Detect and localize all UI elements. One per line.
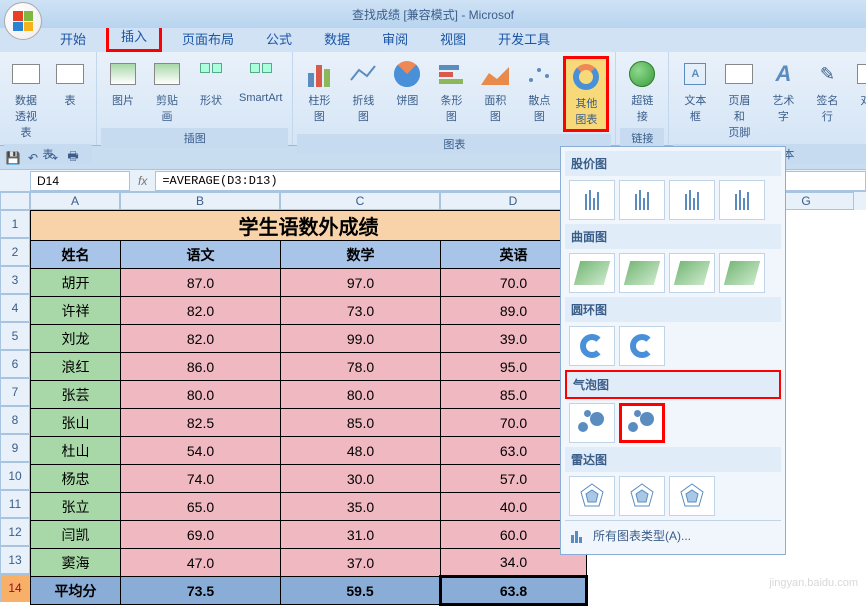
row-header-1[interactable]: 1 (0, 210, 30, 238)
bubble-chart-0[interactable] (569, 403, 615, 443)
row-headers: 1234567891011121314 (0, 210, 30, 602)
ribbon-btn-超链接[interactable]: 超链接 (622, 56, 662, 126)
data-table: 学生语数外成绩姓名语文数学英语胡开87.097.070.0许祥82.073.08… (30, 210, 588, 606)
stock-chart-3[interactable] (719, 180, 765, 220)
ribbon-btn-对象[interactable]: 对象 (851, 56, 866, 110)
ribbon-btn-其他图表[interactable]: 其他图表 (563, 56, 609, 132)
tab-5[interactable]: 审阅 (370, 25, 420, 52)
other-charts-dropdown: 股价图曲面图圆环图气泡图雷达图所有图表类型(A)... (560, 146, 786, 555)
radar-chart-2[interactable] (669, 476, 715, 516)
row-header-4[interactable]: 4 (0, 294, 30, 322)
ribbon-btn-表[interactable]: 表 (50, 56, 90, 110)
tab-4[interactable]: 数据 (312, 25, 362, 52)
row-header-14[interactable]: 14 (0, 574, 30, 602)
cells-grid[interactable]: 学生语数外成绩姓名语文数学英语胡开87.097.070.0许祥82.073.08… (30, 210, 588, 606)
row-header-3[interactable]: 3 (0, 266, 30, 294)
ribbon-btn-图片[interactable]: 图片 (103, 56, 143, 110)
ribbon-btn-数据透视表[interactable]: 数据透视表 (6, 56, 46, 142)
watermark: jingyan.baidu.com (769, 577, 858, 589)
ribbon-btn-柱形图[interactable]: 柱形图 (299, 56, 339, 126)
surface-chart-2[interactable] (669, 253, 715, 293)
row-header-8[interactable]: 8 (0, 406, 30, 434)
dd-cat-surface: 曲面图 (565, 224, 781, 249)
surface-chart-0[interactable] (569, 253, 615, 293)
dd-cat-radar: 雷达图 (565, 447, 781, 472)
surface-chart-3[interactable] (719, 253, 765, 293)
col-header-A[interactable]: A (30, 192, 120, 210)
dd-cat-stock: 股价图 (565, 151, 781, 176)
row-header-7[interactable]: 7 (0, 378, 30, 406)
fx-icon[interactable]: fx (130, 174, 155, 188)
ribbon-btn-文本框[interactable]: A文本框 (675, 56, 715, 126)
ribbon-btn-饼图[interactable]: 饼图 (387, 56, 427, 110)
surface-chart-1[interactable] (619, 253, 665, 293)
stock-chart-2[interactable] (669, 180, 715, 220)
stock-chart-0[interactable] (569, 180, 615, 220)
ribbon: 数据透视表表表图片剪贴画形状SmartArt插图柱形图折线图饼图条形图面积图散点… (0, 52, 866, 146)
col-header-C[interactable]: C (280, 192, 440, 210)
tab-2[interactable]: 页面布局 (170, 25, 246, 52)
group-label: 插图 (101, 128, 288, 148)
row-header-13[interactable]: 13 (0, 546, 30, 574)
ribbon-btn-形状[interactable]: 形状 (191, 56, 231, 110)
donut-chart-1[interactable] (619, 326, 665, 366)
row-header-5[interactable]: 5 (0, 322, 30, 350)
ribbon-btn-SmartArt[interactable]: SmartArt (235, 56, 286, 106)
ribbon-btn-条形图[interactable]: 条形图 (431, 56, 471, 126)
ribbon-btn-折线图[interactable]: 折线图 (343, 56, 383, 126)
ribbon-btn-剪贴画[interactable]: 剪贴画 (147, 56, 187, 126)
bubble-chart-1[interactable] (619, 403, 665, 443)
ribbon-btn-面积图[interactable]: 面积图 (475, 56, 515, 126)
ribbon-btn-签名行[interactable]: ✎签名行 (807, 56, 847, 126)
row-header-10[interactable]: 10 (0, 462, 30, 490)
dd-cat-donut: 圆环图 (565, 297, 781, 322)
office-logo-icon (13, 11, 33, 31)
save-icon[interactable]: 💾 (4, 149, 22, 167)
row-header-11[interactable]: 11 (0, 490, 30, 518)
ribbon-btn-艺术字[interactable]: A艺术字 (763, 56, 803, 126)
col-header-B[interactable]: B (120, 192, 280, 210)
ribbon-btn-页眉和页脚[interactable]: 页眉和页脚 (719, 56, 759, 142)
tab-7[interactable]: 开发工具 (486, 25, 562, 52)
group-label: 链接 (620, 128, 664, 148)
undo-icon[interactable]: ↶ (24, 149, 42, 167)
row-header-9[interactable]: 9 (0, 434, 30, 462)
dd-cat-bubble: 气泡图 (565, 370, 781, 399)
office-button[interactable] (4, 2, 42, 40)
select-all-corner[interactable] (0, 192, 30, 210)
row-header-12[interactable]: 12 (0, 518, 30, 546)
ribbon-tabs: 开始插入页面布局公式数据审阅视图开发工具 (0, 28, 866, 52)
titlebar: 查找成绩 [兼容模式] - Microsof (0, 0, 866, 28)
all-chart-types[interactable]: 所有图表类型(A)... (565, 520, 781, 550)
row-header-6[interactable]: 6 (0, 350, 30, 378)
donut-chart-0[interactable] (569, 326, 615, 366)
radar-chart-0[interactable] (569, 476, 615, 516)
redo-icon[interactable]: ↷ (44, 149, 62, 167)
name-box[interactable]: D14 (30, 171, 130, 191)
tab-0[interactable]: 开始 (48, 25, 98, 52)
ribbon-btn-散点图[interactable]: 散点图 (519, 56, 559, 126)
tab-3[interactable]: 公式 (254, 25, 304, 52)
window-title: 查找成绩 [兼容模式] - Microsof (352, 6, 514, 23)
radar-chart-1[interactable] (619, 476, 665, 516)
row-header-2[interactable]: 2 (0, 238, 30, 266)
print-icon[interactable]: 🖶 (64, 149, 82, 167)
stock-chart-1[interactable] (619, 180, 665, 220)
tab-6[interactable]: 视图 (428, 25, 478, 52)
